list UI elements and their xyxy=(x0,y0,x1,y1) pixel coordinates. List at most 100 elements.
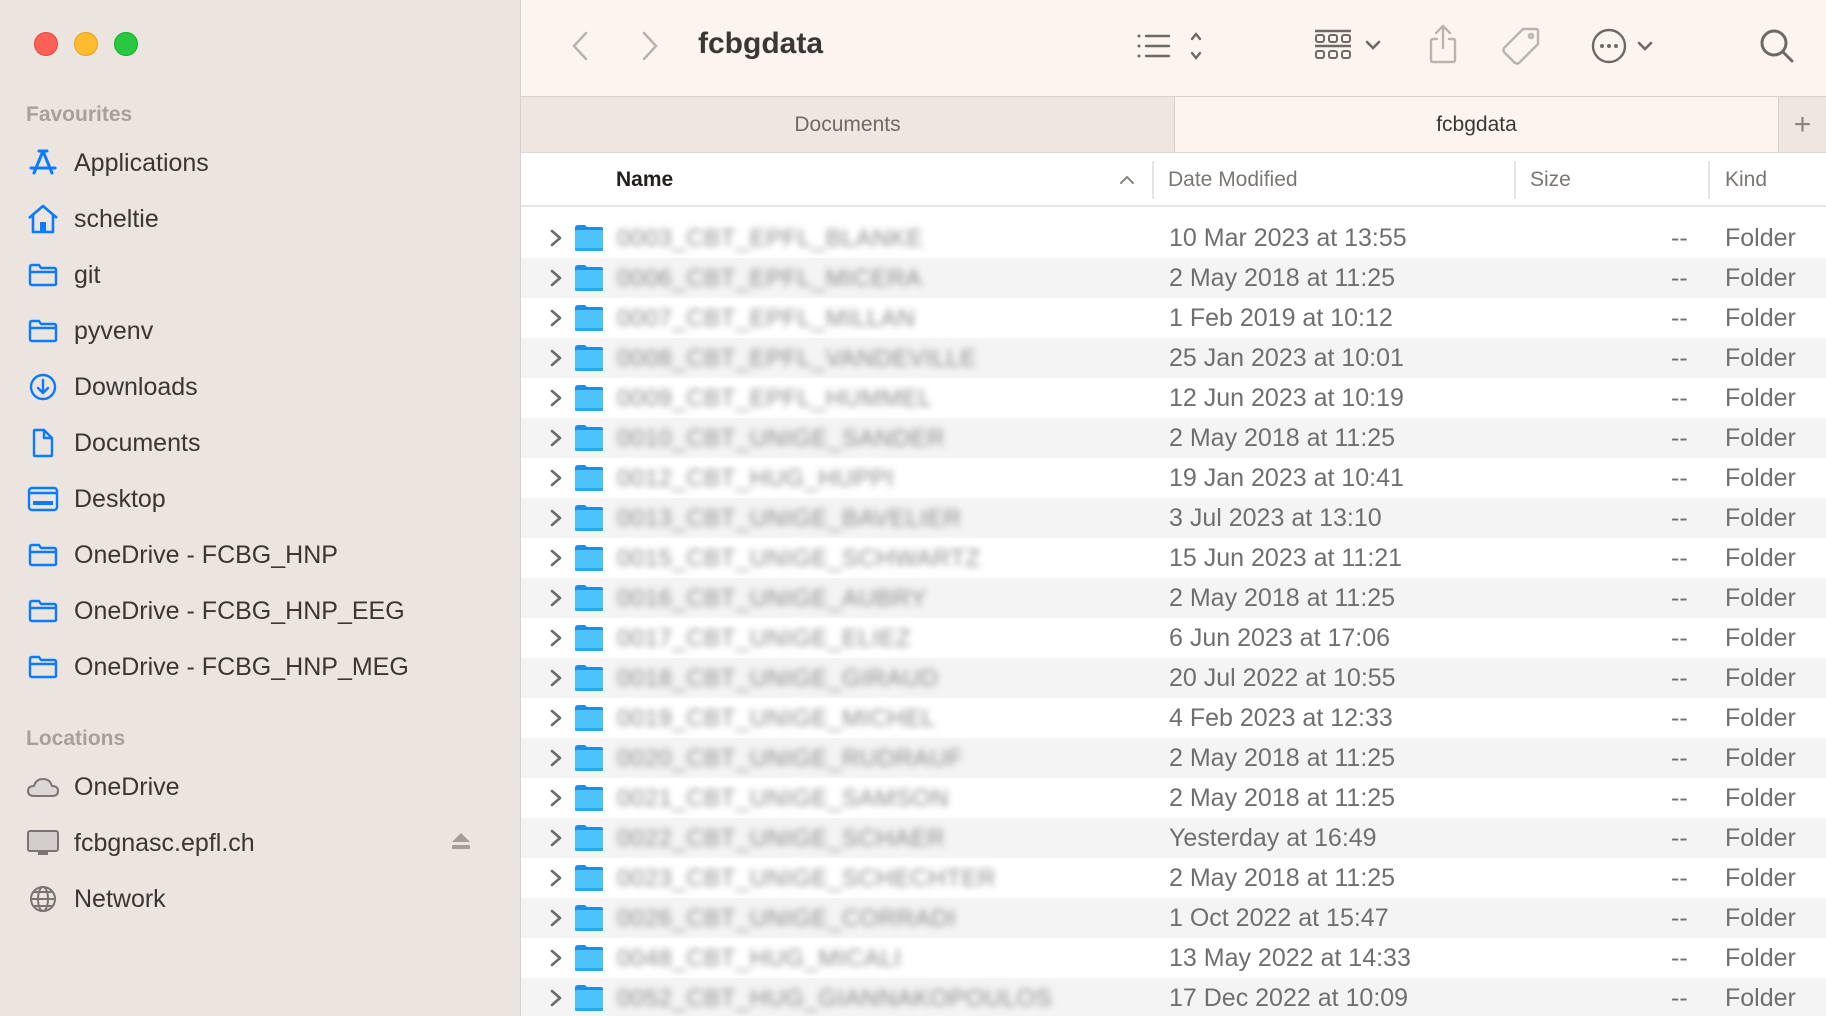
sidebar-item-onedrive-fcbg-hnp[interactable]: OneDrive - FCBG_HNP xyxy=(26,531,496,579)
file-name[interactable]: 0015_CBT_UNIGE_SCHWARTZ xyxy=(617,545,981,573)
sidebar-item-pyvenv[interactable]: pyvenv xyxy=(26,307,496,355)
column-header-kind[interactable]: Kind xyxy=(1725,153,1767,207)
disclosure-chevron-icon[interactable] xyxy=(549,268,563,288)
table-row[interactable]: 0021_CBT_UNIGE_SAMSON 2 May 2018 at 11:25… xyxy=(521,778,1826,818)
disclosure-chevron-icon[interactable] xyxy=(549,548,563,568)
file-name[interactable]: 0012_CBT_HUG_HUPPI xyxy=(617,465,894,493)
tag-button[interactable] xyxy=(1501,24,1541,68)
file-size: -- xyxy=(1671,984,1688,1012)
tab-documents[interactable]: Documents xyxy=(521,97,1175,152)
folder-icon xyxy=(574,864,604,892)
sidebar-item-desktop[interactable]: Desktop xyxy=(26,475,496,523)
disclosure-chevron-icon[interactable] xyxy=(549,988,563,1008)
disclosure-chevron-icon[interactable] xyxy=(549,828,563,848)
disclosure-chevron-icon[interactable] xyxy=(549,348,563,368)
file-name[interactable]: 0013_CBT_UNIGE_BAVELIER xyxy=(617,505,962,533)
file-name[interactable]: 0023_CBT_UNIGE_SCHECHTER xyxy=(617,865,996,893)
file-name[interactable]: 0020_CBT_UNIGE_RUDRAUF xyxy=(617,745,963,773)
file-name[interactable]: 0007_CBT_EPFL_MILLAN xyxy=(617,305,915,333)
file-name[interactable]: 0048_CBT_HUG_MICALI xyxy=(617,945,901,973)
group-button[interactable] xyxy=(1313,26,1385,66)
table-row[interactable]: 0019_CBT_UNIGE_MICHEL 4 Feb 2023 at 12:33… xyxy=(521,698,1826,738)
forward-button[interactable] xyxy=(635,26,665,66)
disclosure-chevron-icon[interactable] xyxy=(549,588,563,608)
file-name[interactable]: 0009_CBT_EPFL_HUMMEL xyxy=(617,385,932,413)
disclosure-chevron-icon[interactable] xyxy=(549,708,563,728)
file-name[interactable]: 0010_CBT_UNIGE_SANDER xyxy=(617,425,945,453)
disclosure-chevron-icon[interactable] xyxy=(549,948,563,968)
table-row[interactable]: 0048_CBT_HUG_MICALI 13 May 2022 at 14:33 -… xyxy=(521,938,1826,978)
more-actions-button[interactable] xyxy=(1591,24,1663,68)
tab-fcbgdata[interactable]: fcbgdata xyxy=(1175,97,1778,152)
sidebar-item-downloads[interactable]: Downloads xyxy=(26,363,496,411)
sidebar-item-documents[interactable]: Documents xyxy=(26,419,496,467)
disclosure-chevron-icon[interactable] xyxy=(549,428,563,448)
minimize-window-button[interactable] xyxy=(74,32,98,56)
close-window-button[interactable] xyxy=(34,32,58,56)
disclosure-chevron-icon[interactable] xyxy=(549,788,563,808)
file-name[interactable]: 0016_CBT_UNIGE_AUBRY xyxy=(617,585,927,613)
sidebar-item-applications[interactable]: Applications xyxy=(26,139,496,187)
disclosure-chevron-icon[interactable] xyxy=(549,308,563,328)
file-name[interactable]: 0018_CBT_UNIGE_GIRAUD xyxy=(617,665,938,693)
search-button[interactable] xyxy=(1757,24,1797,68)
disclosure-chevron-icon[interactable] xyxy=(549,228,563,248)
disclosure-chevron-icon[interactable] xyxy=(549,468,563,488)
column-divider[interactable] xyxy=(1708,161,1710,199)
table-row[interactable]: 0013_CBT_UNIGE_BAVELIER 3 Jul 2023 at 13:… xyxy=(521,498,1826,538)
column-header-name[interactable]: Name xyxy=(616,153,673,207)
disclosure-chevron-icon[interactable] xyxy=(549,668,563,688)
column-divider[interactable] xyxy=(1514,161,1516,199)
column-divider[interactable] xyxy=(1152,161,1154,199)
file-size: -- xyxy=(1671,344,1688,372)
table-row[interactable]: 0003_CBT_EPFL_BLANKE 10 Mar 2023 at 13:55… xyxy=(521,218,1826,258)
table-row[interactable]: 0009_CBT_EPFL_HUMMEL 12 Jun 2023 at 10:19… xyxy=(521,378,1826,418)
file-name[interactable]: 0003_CBT_EPFL_BLANKE xyxy=(617,225,923,253)
column-header-size[interactable]: Size xyxy=(1530,153,1571,207)
sidebar-item-onedrive[interactable]: OneDrive xyxy=(26,763,496,811)
view-mode-button[interactable] xyxy=(1136,26,1206,66)
sidebar-item-home[interactable]: scheltie xyxy=(26,195,496,243)
disclosure-chevron-icon[interactable] xyxy=(549,748,563,768)
table-row[interactable]: 0017_CBT_UNIGE_ELIEZ 6 Jun 2023 at 17:06 -… xyxy=(521,618,1826,658)
sidebar-item-onedrive-fcbg-hnp-meg[interactable]: OneDrive - FCBG_HNP_MEG xyxy=(26,643,496,691)
disclosure-chevron-icon[interactable] xyxy=(549,388,563,408)
file-name[interactable]: 0052_CBT_HUG_GIANNAKOPOULOS xyxy=(617,985,1052,1013)
column-header-date[interactable]: Date Modified xyxy=(1168,153,1298,207)
file-name[interactable]: 0021_CBT_UNIGE_SAMSON xyxy=(617,785,949,813)
disclosure-chevron-icon[interactable] xyxy=(549,628,563,648)
table-row[interactable]: 0018_CBT_UNIGE_GIRAUD 20 Jul 2022 at 10:5… xyxy=(521,658,1826,698)
sidebar-item-network[interactable]: Network xyxy=(26,875,496,923)
file-name[interactable]: 0019_CBT_UNIGE_MICHEL xyxy=(617,705,936,733)
eject-icon[interactable] xyxy=(450,831,474,853)
table-row[interactable]: 0007_CBT_EPFL_MILLAN 1 Feb 2019 at 10:12 -… xyxy=(521,298,1826,338)
file-name[interactable]: 0008_CBT_EPFL_VANDEVILLE xyxy=(617,345,977,373)
sidebar-item-onedrive-fcbg-hnp-eeg[interactable]: OneDrive - FCBG_HNP_EEG xyxy=(26,587,496,635)
file-name[interactable]: 0017_CBT_UNIGE_ELIEZ xyxy=(617,625,911,653)
file-name[interactable]: 0026_CBT_UNIGE_CORRADI xyxy=(617,905,956,933)
disclosure-chevron-icon[interactable] xyxy=(549,508,563,528)
table-row[interactable]: 0023_CBT_UNIGE_SCHECHTER 2 May 2018 at 11… xyxy=(521,858,1826,898)
table-row[interactable]: 0020_CBT_UNIGE_RUDRAUF 2 May 2018 at 11:2… xyxy=(521,738,1826,778)
disclosure-chevron-icon[interactable] xyxy=(549,868,563,888)
table-row[interactable]: 0022_CBT_UNIGE_SCHAER Yesterday at 16:49 -… xyxy=(521,818,1826,858)
table-row[interactable]: 0016_CBT_UNIGE_AUBRY 2 May 2018 at 11:25 -… xyxy=(521,578,1826,618)
new-tab-button[interactable]: + xyxy=(1778,97,1826,152)
share-button[interactable] xyxy=(1426,22,1460,66)
file-name[interactable]: 0022_CBT_UNIGE_SCHAER xyxy=(617,825,945,853)
table-row[interactable]: 0012_CBT_HUG_HUPPI 19 Jan 2023 at 10:41 --… xyxy=(521,458,1826,498)
maximize-window-button[interactable] xyxy=(114,32,138,56)
sidebar-item-fcbgnasc[interactable]: fcbgnasc.epfl.ch xyxy=(26,819,496,867)
disclosure-chevron-icon[interactable] xyxy=(549,908,563,928)
file-name[interactable]: 0006_CBT_EPFL_MICERA xyxy=(617,265,922,293)
table-row[interactable]: 0026_CBT_UNIGE_CORRADI 1 Oct 2022 at 15:4… xyxy=(521,898,1826,938)
back-button[interactable] xyxy=(565,26,595,66)
sidebar-item-label: OneDrive - FCBG_HNP_EEG xyxy=(74,596,405,625)
sidebar-item-git[interactable]: git xyxy=(26,251,496,299)
table-row[interactable]: 0006_CBT_EPFL_MICERA 2 May 2018 at 11:25 -… xyxy=(521,258,1826,298)
table-row[interactable]: 0010_CBT_UNIGE_SANDER 2 May 2018 at 11:25… xyxy=(521,418,1826,458)
table-row[interactable]: 0015_CBT_UNIGE_SCHWARTZ 15 Jun 2023 at 11… xyxy=(521,538,1826,578)
table-row[interactable]: 0052_CBT_HUG_GIANNAKOPOULOS 17 Dec 2022 a… xyxy=(521,978,1826,1016)
sort-ascending-icon[interactable] xyxy=(1119,153,1135,207)
table-row[interactable]: 0008_CBT_EPFL_VANDEVILLE 25 Jan 2023 at 1… xyxy=(521,338,1826,378)
